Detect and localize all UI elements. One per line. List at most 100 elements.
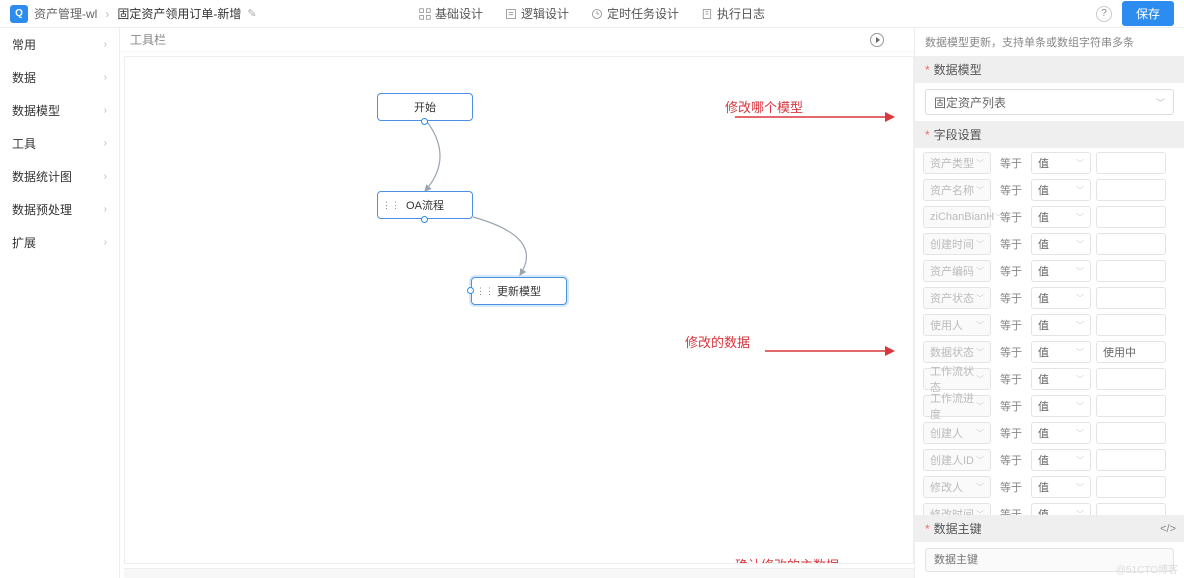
chevron-down-icon: ﹀ — [1076, 347, 1084, 358]
section-title: 字段设置 — [934, 126, 982, 143]
chevron-down-icon: ﹀ — [976, 482, 984, 493]
field-value-input[interactable] — [1096, 368, 1166, 390]
flow-canvas[interactable]: 开始 ⋮⋮ OA流程 ⋮⋮ 更新模型 修改哪个模型 修改的数据 确认修改的主数据 — [124, 56, 914, 564]
sidebar-item-extend[interactable]: 扩展› — [0, 226, 119, 259]
play-button[interactable] — [870, 33, 884, 47]
field-value-type-select[interactable]: 值﹀ — [1031, 233, 1091, 255]
field-name-select[interactable]: 资产类型﹀ — [923, 152, 991, 174]
field-row: 数据状态﹀等于值﹀使用中 — [923, 341, 1176, 363]
sidebar-item-common[interactable]: 常用› — [0, 28, 119, 61]
field-name-select[interactable]: 创建人ID﹀ — [923, 449, 991, 471]
flow-node-start[interactable]: 开始 — [377, 93, 473, 121]
field-name-select[interactable]: 资产编码﹀ — [923, 260, 991, 282]
field-value-type-select[interactable]: 值﹀ — [1031, 260, 1091, 282]
field-value-input[interactable] — [1096, 152, 1166, 174]
field-value-type-select[interactable]: 值﹀ — [1031, 341, 1091, 363]
field-value-type-select[interactable]: 值﹀ — [1031, 503, 1091, 515]
field-value-input[interactable] — [1096, 179, 1166, 201]
model-select[interactable]: 固定资产列表 ﹀ — [925, 89, 1174, 115]
node-port-bottom[interactable] — [421, 216, 428, 223]
field-value-input[interactable] — [1096, 260, 1166, 282]
field-name-select[interactable]: 工作流状态﹀ — [923, 368, 991, 390]
field-name-select[interactable]: 创建时间﹀ — [923, 233, 991, 255]
tab-logic-design[interactable]: 逻辑设计 — [505, 5, 569, 22]
flow-node-update-model[interactable]: ⋮⋮ 更新模型 — [471, 277, 567, 305]
field-name-select[interactable]: 工作流进度﹀ — [923, 395, 991, 417]
field-value-input[interactable] — [1096, 449, 1166, 471]
chevron-down-icon: ﹀ — [1076, 428, 1084, 439]
field-value-type-select[interactable]: 值﹀ — [1031, 476, 1091, 498]
field-value-type-select[interactable]: 值﹀ — [1031, 206, 1091, 228]
field-value-input[interactable] — [1096, 422, 1166, 444]
chevron-down-icon: ﹀ — [1076, 320, 1084, 331]
field-value-input[interactable] — [1096, 287, 1166, 309]
field-name-select[interactable]: 资产名称﹀ — [923, 179, 991, 201]
section-data-pk: *数据主键</> — [915, 515, 1184, 542]
field-operator: 等于 — [996, 479, 1026, 495]
field-name-select[interactable]: 修改人﹀ — [923, 476, 991, 498]
help-icon[interactable]: ? — [1096, 6, 1112, 22]
field-value-type-select[interactable]: 值﹀ — [1031, 395, 1091, 417]
chevron-down-icon: ﹀ — [976, 347, 984, 358]
sidebar-item-tool[interactable]: 工具› — [0, 127, 119, 160]
section-data-model: *数据模型 — [915, 56, 1184, 83]
code-icon[interactable]: </> — [1160, 523, 1176, 535]
field-name-select[interactable]: ziChanBianH﹀ — [923, 206, 991, 228]
field-value-input[interactable] — [1096, 314, 1166, 336]
field-row: 资产类型﹀ 等于值﹀ — [923, 152, 1176, 174]
chevron-down-icon: ﹀ — [976, 428, 984, 439]
field-value-type-select[interactable]: 值﹀ — [1031, 152, 1091, 174]
tab-basic-design[interactable]: 基础设计 — [419, 5, 483, 22]
field-name-select[interactable]: 使用人﹀ — [923, 314, 991, 336]
canvas-area: 工具栏 开始 ⋮⋮ OA流程 ⋮⋮ 更新模型 — [120, 28, 914, 578]
field-value-type-select[interactable]: 值﹀ — [1031, 314, 1091, 336]
sidebar-item-data-model[interactable]: 数据模型› — [0, 94, 119, 127]
chevron-down-icon: ﹀ — [1076, 293, 1084, 304]
field-value-type-select[interactable]: 值﹀ — [1031, 422, 1091, 444]
sidebar-item-label: 扩展 — [12, 234, 36, 251]
field-value-input[interactable] — [1096, 503, 1166, 515]
field-value-input[interactable]: 使用中 — [1096, 341, 1166, 363]
node-label: 开始 — [414, 99, 436, 115]
field-name-select[interactable]: 创建人﹀ — [923, 422, 991, 444]
save-button[interactable]: 保存 — [1122, 1, 1174, 26]
edit-icon[interactable]: ✎ — [247, 7, 256, 20]
field-row: 工作流进度﹀等于值﹀ — [923, 395, 1176, 417]
field-value-type-select[interactable]: 值﹀ — [1031, 368, 1091, 390]
left-sidebar: 常用› 数据› 数据模型› 工具› 数据统计图› 数据预处理› 扩展› — [0, 28, 120, 578]
horizontal-scrollbar[interactable] — [124, 568, 914, 578]
breadcrumb-page[interactable]: 固定资产领用订单-新增 — [117, 5, 241, 22]
annotation-1: 修改哪个模型 — [725, 97, 803, 116]
field-operator: 等于 — [996, 155, 1026, 171]
field-value-type-select[interactable]: 值﹀ — [1031, 179, 1091, 201]
chevron-down-icon: ﹀ — [976, 185, 984, 196]
node-port-bottom[interactable] — [421, 118, 428, 125]
sidebar-item-preprocess[interactable]: 数据预处理› — [0, 193, 119, 226]
sidebar-item-data[interactable]: 数据› — [0, 61, 119, 94]
drag-handle-icon[interactable]: ⋮⋮ — [382, 200, 400, 211]
field-value-input[interactable] — [1096, 395, 1166, 417]
field-value-type-select[interactable]: 值﹀ — [1031, 287, 1091, 309]
field-value-type-select[interactable]: 值﹀ — [1031, 449, 1091, 471]
flow-node-oa[interactable]: ⋮⋮ OA流程 — [377, 191, 473, 219]
app-icon: Q — [10, 5, 28, 23]
drag-handle-icon[interactable]: ⋮⋮ — [476, 286, 494, 297]
field-value-input[interactable] — [1096, 206, 1166, 228]
sidebar-item-label: 数据模型 — [12, 102, 60, 119]
field-value-input[interactable] — [1096, 233, 1166, 255]
breadcrumb-app[interactable]: 资产管理-wl — [34, 5, 97, 22]
node-port-left[interactable] — [467, 287, 474, 294]
field-name-select[interactable]: 资产状态﹀ — [923, 287, 991, 309]
field-operator: 等于 — [996, 290, 1026, 306]
properties-panel: 数据模型更新，支持单条或数组字符串多条 *数据模型 固定资产列表 ﹀ *字段设置… — [914, 28, 1184, 578]
annotation-3: 确认修改的主数据 — [735, 555, 839, 564]
field-value-input[interactable] — [1096, 476, 1166, 498]
field-name-select[interactable]: 修改时间﹀ — [923, 503, 991, 515]
chevron-down-icon: ﹀ — [1076, 455, 1084, 466]
tab-timer-design[interactable]: 定时任务设计 — [591, 5, 679, 22]
chevron-down-icon: ﹀ — [976, 374, 984, 385]
tab-exec-log[interactable]: 执行日志 — [701, 5, 765, 22]
sidebar-item-chart[interactable]: 数据统计图› — [0, 160, 119, 193]
list-icon — [505, 8, 517, 20]
field-name-select[interactable]: 数据状态﹀ — [923, 341, 991, 363]
